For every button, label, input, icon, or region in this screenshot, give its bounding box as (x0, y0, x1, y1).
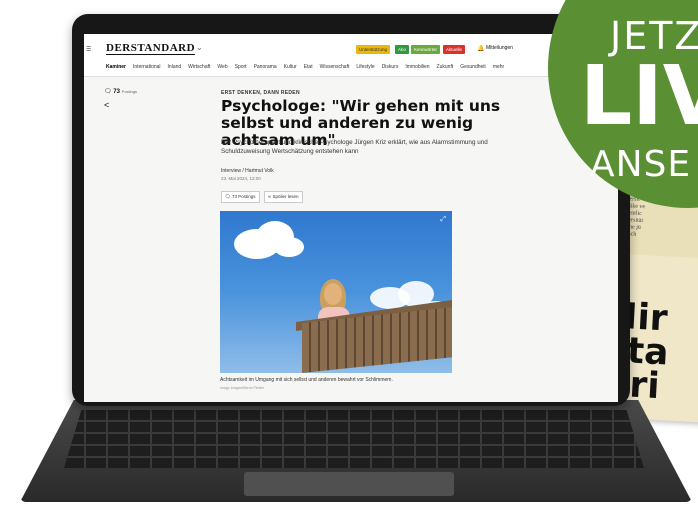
postings-button-label: 73 Postings (231, 194, 256, 199)
site-logo[interactable]: DERSTANDARD (106, 42, 196, 55)
nav-item[interactable]: Etat (304, 64, 313, 70)
comment-icon: 🗨 (104, 89, 112, 95)
expand-icon[interactable]: ⤢ (440, 216, 446, 224)
pill-unterstuetzung[interactable]: Unterstützung (356, 45, 391, 54)
nav-item[interactable]: Kaminer (106, 64, 126, 70)
person-face (324, 283, 342, 305)
nav-item[interactable]: International (133, 64, 161, 70)
section-nav: Kaminer International Inland Wirtschaft … (106, 64, 504, 70)
menu-icon[interactable]: ☰ (86, 46, 91, 53)
spoiler-button[interactable]: ∞ Spöiler lesen (264, 191, 303, 203)
postings-number: 73 (113, 89, 120, 95)
chevron-down-icon[interactable]: ⌄ (196, 43, 203, 52)
nav-item[interactable]: Gesundheit (460, 64, 486, 70)
product-scene: Universit le Orüke ve tl öffentlic Unive… (0, 0, 698, 510)
article-lead: Der Psychotherapeut und klinische Psycho… (221, 139, 488, 155)
share-icon[interactable]: < (104, 100, 109, 110)
nav-item[interactable]: Sport (235, 64, 247, 70)
pill-aktuelle[interactable]: Aktuelle (443, 45, 466, 54)
site-header: ☰ DERSTANDARD ⌄ Unterstützung Abo Kennwö… (84, 34, 618, 77)
trackpad (244, 472, 454, 496)
notifications-link[interactable]: Mitteilungen (486, 45, 513, 51)
nav-item[interactable]: Inland (168, 64, 182, 70)
nav-item[interactable]: Panorama (254, 64, 277, 70)
pill-abo[interactable]: Abo (395, 45, 410, 54)
badge-text-ansehen: ANSE (590, 144, 692, 185)
nav-item[interactable]: Web (217, 64, 227, 70)
nav-item[interactable]: Zukunft (437, 64, 454, 70)
photo-credit: Imago Images/Bernd Fiedler (220, 386, 265, 390)
cloud (274, 237, 304, 257)
article-photo[interactable]: ⤢ (220, 211, 452, 373)
article-author[interactable]: Interview / Hartmut Volk (221, 168, 274, 174)
comment-icon: 🗨 (225, 194, 231, 199)
nav-item[interactable]: Immobilien (405, 64, 429, 70)
bell-icon[interactable]: 🔔 (477, 45, 484, 52)
article-date: 23. Mai 2024, 12:00 (221, 176, 261, 181)
pill-kennwoerter[interactable]: Kennwörter (411, 45, 441, 54)
nav-item[interactable]: mehr (493, 64, 504, 70)
nav-item[interactable]: Kultur (284, 64, 297, 70)
photo-caption: Achtsamkeit im Umgang mit sich selbst un… (220, 377, 393, 383)
link-icon: ∞ (268, 194, 272, 199)
spoiler-button-label: Spöiler lesen (272, 194, 299, 199)
postings-button[interactable]: 🗨 73 Postings (221, 191, 260, 203)
article-kicker: ERST DENKEN, DANN REDEN (221, 90, 300, 96)
nav-item[interactable]: Lifestyle (356, 64, 374, 70)
postings-label: Postings (121, 89, 137, 94)
postings-count[interactable]: 🗨 73 Postings (104, 88, 137, 95)
nav-item[interactable]: Wissenschaft (320, 64, 350, 70)
nav-item[interactable]: Wirtschaft (188, 64, 210, 70)
badge-text-live: LIV (580, 49, 698, 144)
keyboard-rows (64, 410, 644, 468)
laptop-screen: ☰ DERSTANDARD ⌄ Unterstützung Abo Kennwö… (84, 34, 618, 402)
nav-item[interactable]: Diskurs (382, 64, 399, 70)
